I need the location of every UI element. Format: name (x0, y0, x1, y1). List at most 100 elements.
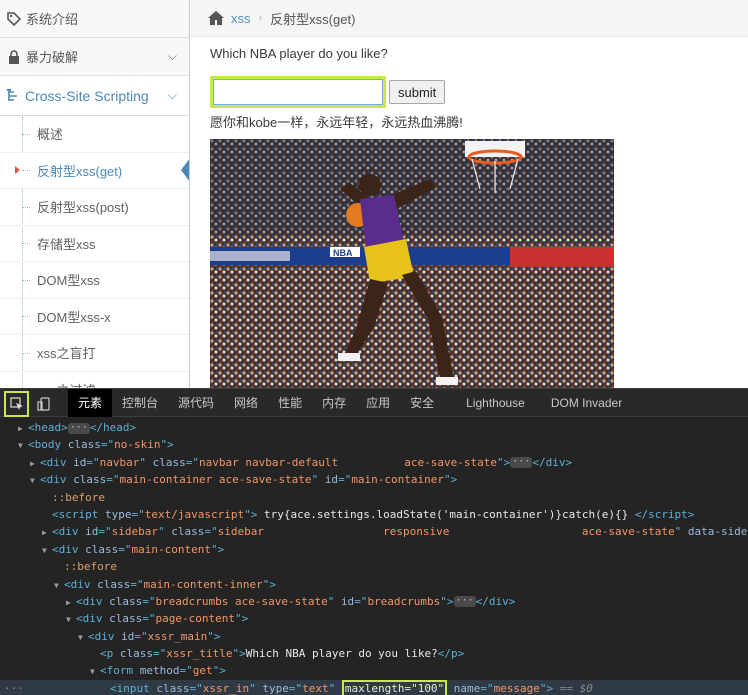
dom-node-breadcrumbs[interactable]: ▶ <div class="breadcrumbs ace-save-state"… (0, 593, 748, 610)
submenu-item[interactable]: 存储型xss (0, 226, 189, 262)
sidebar-item-label: 暴力破解 (26, 50, 79, 65)
sitemap-icon (6, 88, 22, 104)
attr-value: main-container (351, 473, 445, 487)
tab-console[interactable]: 控制台 (112, 389, 168, 417)
attr-value: page-content (155, 612, 235, 626)
dom-node-sidebar[interactable]: ▶ <div id="sidebar" class="sidebar respon… (0, 523, 748, 540)
attr-value: no-skin (114, 438, 161, 452)
home-icon[interactable] (207, 10, 225, 26)
pseudo-element: ::before (64, 560, 117, 574)
dom-node-script[interactable]: <script type="text/javascript"> try{ace.… (0, 506, 748, 523)
attr-value: breadcrumbs ace-save-state (155, 594, 328, 608)
dom-node-input-selected[interactable]: ··· <input class="xssr_in" type="text" ma… (0, 679, 748, 695)
chevron-down-icon: ⌵ (167, 88, 177, 102)
xssr-main: Which NBA player do you like? submit 愿你和… (210, 46, 730, 388)
dom-node-main-content-inner[interactable]: ▼ <div class="main-content-inner"> (0, 576, 748, 593)
attr-value: main-content (131, 542, 211, 556)
inspect-element-icon[interactable] (4, 391, 29, 417)
tab-memory[interactable]: 内存 (312, 389, 356, 417)
sidebar-item-label: 系统介绍 (26, 12, 79, 27)
chevron-down-icon: ⌵ (167, 49, 177, 63)
submenu-item-label: 概述 (37, 127, 64, 143)
dom-pseudo-before[interactable]: ::before (0, 558, 748, 575)
attr-value: main-container ace-save-state (119, 473, 312, 487)
maxlength-attribute[interactable]: maxlength="100" (341, 679, 448, 695)
dom-node-xssr-title[interactable]: <p class="xssr_title">Which NBA player d… (0, 645, 748, 662)
device-toggle-icon[interactable] (33, 392, 55, 416)
dom-node-head[interactable]: ▶ <head> ··· </head> (0, 419, 748, 436)
sidebar-item-intro[interactable]: 系统介绍 (0, 0, 189, 38)
attr-value: message (493, 681, 540, 695)
tag-name: head (34, 421, 62, 434)
kobe-dunk-image: NBA (210, 139, 614, 388)
collapsed-ellipsis[interactable]: ··· (67, 422, 90, 434)
submenu-item[interactable]: xss之过滤 (0, 372, 189, 388)
submenu-item[interactable]: DOM型xss (0, 262, 189, 299)
tab-application[interactable]: 应用 (356, 389, 400, 417)
tab-elements[interactable]: 元素 (68, 388, 113, 417)
message-input[interactable] (210, 76, 386, 108)
submenu-item[interactable]: 概述 (0, 116, 189, 153)
attr-value: sidebar responsive ace-save-state (217, 525, 675, 539)
submenu-item-label: 反射型xss(post) (37, 200, 129, 216)
devtools-panel: 元素 控制台 源代码 网络 性能 内存 应用 安全 Lighthouse DOM… (0, 388, 748, 695)
script-text: try{ace.settings.loadState('main-contain… (263, 507, 629, 521)
dom-node-main-content[interactable]: ▼ <div class="main-content"> (0, 541, 748, 558)
collapsed-ellipsis[interactable]: ··· (453, 596, 476, 608)
submenu-item-active[interactable]: 反射型xss(get) (0, 152, 189, 189)
node-text: Which NBA player do you like? (245, 647, 438, 661)
attr-value: text (302, 681, 329, 695)
dom-tree: ▶ <head> ··· </head> ▼ <body class="no-skin"… (0, 417, 748, 695)
breadcrumb-link[interactable]: xss (231, 11, 251, 26)
breadcrumb: xss › 反射型xss(get) (191, 0, 748, 37)
submenu-item[interactable]: 反射型xss(post) (0, 189, 189, 226)
attr-value: navbar (99, 455, 140, 469)
sidebar-item-bruteforce[interactable]: 暴力破解 ⌵ (0, 38, 189, 76)
submenu-item-label: 存储型xss (37, 236, 96, 252)
sidebar-item-xss[interactable]: Cross-Site Scripting ⌵ (0, 76, 189, 116)
collapsed-ellipsis[interactable]: ··· (510, 457, 533, 469)
dom-pseudo-before[interactable]: ::before (0, 489, 748, 506)
tab-lighthouse[interactable]: Lighthouse (456, 389, 535, 417)
attr-value: navbar navbar-default ace-save-state (199, 455, 498, 469)
attr-value: xssr_title (166, 647, 233, 661)
dom-node-page-content[interactable]: ▼ <div class="page-content"> (0, 610, 748, 627)
attr-value: breadcrumbs (367, 594, 441, 608)
xssr-title: Which NBA player do you like? (210, 46, 388, 61)
sidebar-item-label: Cross-Site Scripting (25, 87, 149, 104)
breadcrumb-current: 反射型xss(get) (270, 11, 356, 27)
attr-name: data-sideb (687, 525, 748, 539)
submenu-item-label: DOM型xss (37, 273, 100, 289)
attr-value: main-content-inner (143, 577, 263, 591)
tab-network[interactable]: 网络 (224, 389, 268, 417)
submit-button[interactable]: submit (389, 80, 446, 104)
browser-page: 系统介绍 暴力破解 ⌵ Cross-Site Scripting ⌵ 概述 反射… (0, 0, 748, 388)
submenu-item-label: xss之过滤 (37, 380, 96, 388)
dom-node-navbar[interactable]: ▶ <div id="navbar" class="navbar navbar-d… (0, 454, 748, 471)
sidebar: 系统介绍 暴力破解 ⌵ Cross-Site Scripting ⌵ 概述 反射… (0, 0, 190, 388)
tab-dom-invader[interactable]: DOM Invader (541, 389, 632, 417)
dom-node-xssr-main[interactable]: ▼ <div id="xssr_main"> (0, 628, 748, 645)
svg-text:NBA: NBA (333, 248, 353, 258)
attr-value: get (192, 664, 213, 678)
attr-value: xssr_in (202, 681, 250, 695)
tab-sources[interactable]: 源代码 (168, 389, 224, 417)
dom-node-form[interactable]: ▼ <form method="get"> (0, 662, 748, 679)
tag-icon (6, 11, 22, 27)
xss-submenu: 概述 反射型xss(get) 反射型xss(post) 存储型xss DOM型x… (0, 116, 189, 388)
caret-right-icon (15, 166, 20, 175)
dom-node-main-container[interactable]: ▼ <div class="main-container ace-save-sta… (0, 471, 748, 488)
attr-value: text/javascript (144, 507, 245, 521)
tab-security[interactable]: 安全 (400, 389, 444, 417)
active-indicator (181, 158, 189, 183)
lock-icon (6, 49, 22, 65)
pseudo-element: ::before (52, 490, 105, 504)
submenu-item-label: 反射型xss(get) (37, 163, 123, 179)
submenu-item[interactable]: xss之盲打 (0, 335, 189, 372)
submenu-item[interactable]: DOM型xss-x (0, 299, 189, 335)
result-message: 愿你和kobe一样，永远年轻，永远热血沸腾! (210, 115, 463, 130)
tab-performance[interactable]: 性能 (268, 389, 312, 417)
selected-marker: == $0 (559, 681, 593, 695)
dom-node-body[interactable]: ▼ <body class="no-skin"> (0, 436, 748, 453)
attr-value: xssr_main (147, 629, 208, 643)
